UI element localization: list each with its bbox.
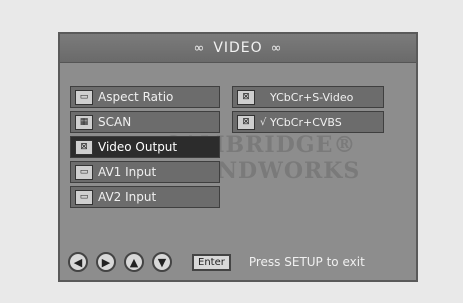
tv-icon: ▭: [75, 189, 93, 205]
option-label: YCbCr+CVBS: [270, 115, 342, 129]
video-output-icon: ⊠: [75, 139, 93, 155]
settings-menu: ▭ Aspect Ratio ▦ SCAN ⊠ Video Output ▭ A…: [70, 86, 220, 211]
menu-item-label: Video Output: [98, 140, 178, 154]
screen-icon: ▭: [75, 89, 93, 105]
video-menu-panel: ∞ VIDEO ∞ CAMBRIDGE® SOUNDWORKS ▭ Aspect…: [58, 32, 418, 282]
menu-item-label: AV1 Input: [98, 165, 157, 179]
checkmark-icon: √: [260, 116, 267, 128]
video-output-options: ⊠ YCbCr+S-Video ⊠ √ YCbCr+CVBS: [232, 86, 384, 136]
down-arrow-icon[interactable]: ▼: [152, 252, 172, 272]
option-ycbcr-cvbs[interactable]: ⊠ √ YCbCr+CVBS: [232, 111, 384, 133]
scan-icon: ▦: [75, 114, 93, 130]
option-label: YCbCr+S-Video: [270, 90, 354, 104]
decorative-swirl-icon: ∞: [193, 40, 206, 56]
decorative-swirl-icon: ∞: [270, 40, 283, 56]
option-ycbcr-svideo[interactable]: ⊠ YCbCr+S-Video: [232, 86, 384, 108]
menu-item-video-output[interactable]: ⊠ Video Output: [70, 136, 220, 158]
menu-item-scan[interactable]: ▦ SCAN: [70, 111, 220, 133]
exit-hint: Press SETUP to exit: [248, 255, 365, 269]
footer-bar: ◀ ▶ ▲ ▼ Enter Press SETUP to exit: [68, 250, 408, 274]
left-arrow-icon[interactable]: ◀: [68, 252, 88, 272]
enter-key[interactable]: Enter: [192, 253, 231, 271]
menu-item-label: SCAN: [98, 115, 132, 129]
up-arrow-icon[interactable]: ▲: [124, 252, 144, 272]
menu-header: ∞ VIDEO ∞: [60, 34, 416, 63]
tv-icon: ▭: [75, 164, 93, 180]
right-arrow-icon[interactable]: ▶: [96, 252, 116, 272]
menu-title: VIDEO: [213, 40, 263, 56]
menu-item-av1-input[interactable]: ▭ AV1 Input: [70, 161, 220, 183]
menu-item-aspect-ratio[interactable]: ▭ Aspect Ratio: [70, 86, 220, 108]
video-output-icon: ⊠: [237, 89, 255, 105]
menu-item-av2-input[interactable]: ▭ AV2 Input: [70, 186, 220, 208]
menu-item-label: AV2 Input: [98, 190, 157, 204]
menu-item-label: Aspect Ratio: [98, 90, 174, 104]
video-output-icon: ⊠: [237, 114, 255, 130]
